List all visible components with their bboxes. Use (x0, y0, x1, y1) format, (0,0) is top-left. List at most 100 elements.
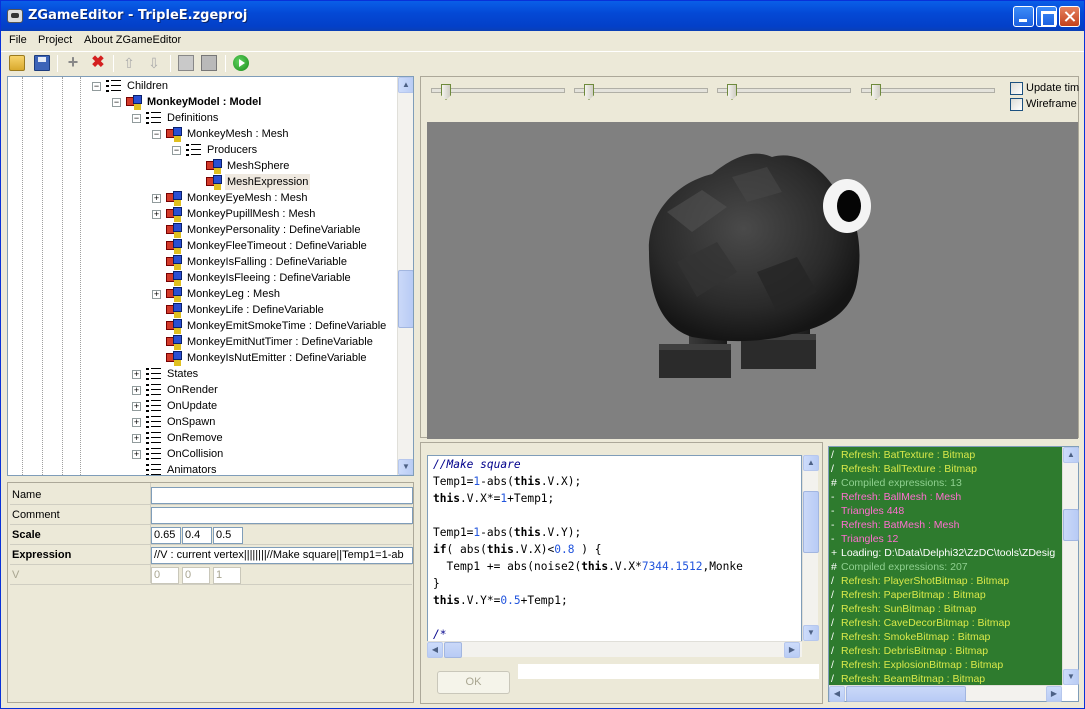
name-field[interactable] (151, 487, 413, 504)
scroll-thumb[interactable] (846, 686, 966, 702)
scroll-thumb[interactable] (444, 642, 462, 658)
expression-field[interactable]: //V : current vertex||||||||//Make squar… (151, 547, 413, 564)
rotation-slider-2[interactable] (574, 83, 708, 100)
scroll-up-arrow-icon[interactable]: ▲ (1063, 447, 1079, 463)
expand-icon[interactable]: + (132, 402, 141, 411)
comment-field[interactable] (151, 507, 413, 524)
tree-node-label[interactable]: Children (125, 78, 170, 94)
menu-file[interactable]: File (9, 34, 27, 46)
tree-node-label[interactable]: OnRender (165, 382, 220, 398)
scroll-right-arrow-icon[interactable]: ▶ (1046, 686, 1062, 702)
rotation-slider-1[interactable] (431, 83, 565, 100)
scroll-down-arrow-icon[interactable]: ▼ (398, 459, 413, 475)
run-icon[interactable] (233, 55, 249, 71)
collapse-icon[interactable]: − (92, 82, 101, 91)
expand-icon[interactable]: + (152, 210, 161, 219)
scroll-down-arrow-icon[interactable]: ▼ (803, 625, 819, 641)
tree-node-label[interactable]: MonkeyFleeTimeout : DefineVariable (185, 238, 369, 254)
move-up-icon[interactable]: ⇧ (121, 55, 137, 71)
expand-icon[interactable]: + (132, 370, 141, 379)
expand-icon[interactable]: + (152, 194, 161, 203)
tree-guide-line (42, 77, 43, 475)
code-editor[interactable]: //Make square Temp1=1-abs(this.V.X); thi… (427, 455, 802, 655)
maximize-button[interactable] (1036, 6, 1057, 27)
slider-knob[interactable] (871, 84, 881, 100)
tree-node-label[interactable]: MeshExpression (225, 174, 311, 190)
tree-node-label[interactable]: Animators (165, 462, 219, 475)
scroll-left-arrow-icon[interactable]: ◀ (829, 686, 845, 702)
tree-node-label[interactable]: MonkeyIsFleeing : DefineVariable (185, 270, 353, 286)
menu-project[interactable]: Project (38, 34, 72, 46)
expand-icon[interactable]: + (132, 450, 141, 459)
close-button[interactable] (1059, 6, 1080, 27)
tree-node-label[interactable]: MonkeyIsNutEmitter : DefineVariable (185, 350, 369, 366)
log-hscroll[interactable]: ◀ ▶ (829, 685, 1062, 702)
log-vscroll[interactable]: ▲ ▼ (1062, 447, 1079, 685)
tree-node-label[interactable]: MonkeyEmitSmokeTime : DefineVariable (185, 318, 388, 334)
3d-viewport[interactable] (427, 122, 1078, 439)
tree-node-label[interactable]: Definitions (165, 110, 220, 126)
menu-about[interactable]: About ZGameEditor (84, 34, 181, 46)
log-line: / Refresh: PaperBitmap : Bitmap (831, 588, 986, 602)
tree-node-label[interactable]: MonkeyEyeMesh : Mesh (185, 190, 309, 206)
scroll-up-arrow-icon[interactable]: ▲ (398, 77, 413, 93)
copy-icon[interactable] (178, 55, 194, 71)
paste-icon[interactable] (201, 55, 217, 71)
scroll-thumb[interactable] (1063, 509, 1079, 541)
tree-node-label[interactable]: MeshSphere (225, 158, 291, 174)
move-down-icon[interactable]: ⇩ (146, 55, 162, 71)
ok-button[interactable]: OK (437, 671, 510, 694)
open-folder-icon[interactable] (9, 55, 25, 71)
save-icon[interactable] (34, 55, 50, 71)
tree-node-label[interactable]: MonkeyModel : Model (145, 94, 263, 110)
update-time-checkbox[interactable] (1010, 82, 1023, 95)
tree-node-label[interactable]: OnCollision (165, 446, 225, 462)
tree-node-label[interactable]: OnSpawn (165, 414, 217, 430)
add-icon[interactable]: + (65, 53, 81, 71)
editor-hscroll[interactable]: ◀ ▶ (427, 641, 802, 658)
scale-z-field[interactable]: 0.5 (213, 527, 243, 544)
log-output[interactable]: / Refresh: BatTexture : Bitmap / Refresh: B… (829, 447, 1062, 685)
project-tree[interactable]: − Children − MonkeyModel : Model − Definition… (7, 76, 414, 476)
tree-node-label[interactable]: MonkeyEmitNutTimer : DefineVariable (185, 334, 375, 350)
scroll-down-arrow-icon[interactable]: ▼ (1063, 669, 1079, 685)
tree-node-label[interactable]: Producers (205, 142, 259, 158)
prop-row-comment: Comment (10, 505, 413, 525)
slider-knob[interactable] (584, 84, 594, 100)
collapse-icon[interactable]: − (172, 146, 181, 155)
scroll-right-arrow-icon[interactable]: ▶ (784, 642, 800, 658)
scroll-thumb[interactable] (398, 270, 413, 328)
tree-node-label[interactable]: MonkeyMesh : Mesh (185, 126, 290, 142)
tree-scrollbar[interactable]: ▲ ▼ (397, 77, 413, 475)
scale-y-field[interactable]: 0.4 (182, 527, 212, 544)
collapse-icon[interactable]: − (132, 114, 141, 123)
log-prefix: # (831, 477, 837, 489)
tree-node-label[interactable]: MonkeyLife : DefineVariable (185, 302, 326, 318)
collapse-icon[interactable]: − (152, 130, 161, 139)
rotation-slider-3[interactable] (717, 83, 851, 100)
zoom-slider[interactable] (861, 83, 995, 100)
scroll-left-arrow-icon[interactable]: ◀ (427, 642, 443, 658)
expand-icon[interactable]: + (132, 386, 141, 395)
delete-icon[interactable]: ✖ (90, 55, 106, 71)
tree-node-label[interactable]: MonkeyLeg : Mesh (185, 286, 282, 302)
tree-node-label[interactable]: States (165, 366, 200, 382)
scroll-thumb[interactable] (803, 491, 819, 553)
collapse-icon[interactable]: − (112, 98, 121, 107)
title-bar[interactable]: ZGameEditor - TripleE.zgeproj (1, 1, 1084, 31)
expand-icon[interactable]: + (132, 418, 141, 427)
tree-node-label[interactable]: MonkeyPersonality : DefineVariable (185, 222, 362, 238)
tree-node-label[interactable]: OnRemove (165, 430, 225, 446)
expand-icon[interactable]: + (132, 434, 141, 443)
editor-vscroll[interactable]: ▲ ▼ (802, 455, 819, 641)
minimize-button[interactable] (1013, 6, 1034, 27)
tree-node-label[interactable]: OnUpdate (165, 398, 219, 414)
tree-node-label[interactable]: MonkeyPupillMesh : Mesh (185, 206, 317, 222)
scale-x-field[interactable]: 0.65 (151, 527, 181, 544)
slider-knob[interactable] (727, 84, 737, 100)
tree-node-label[interactable]: MonkeyIsFalling : DefineVariable (185, 254, 349, 270)
expand-icon[interactable]: + (152, 290, 161, 299)
slider-knob[interactable] (441, 84, 451, 100)
wireframe-checkbox[interactable] (1010, 98, 1023, 111)
scroll-up-arrow-icon[interactable]: ▲ (803, 455, 819, 471)
